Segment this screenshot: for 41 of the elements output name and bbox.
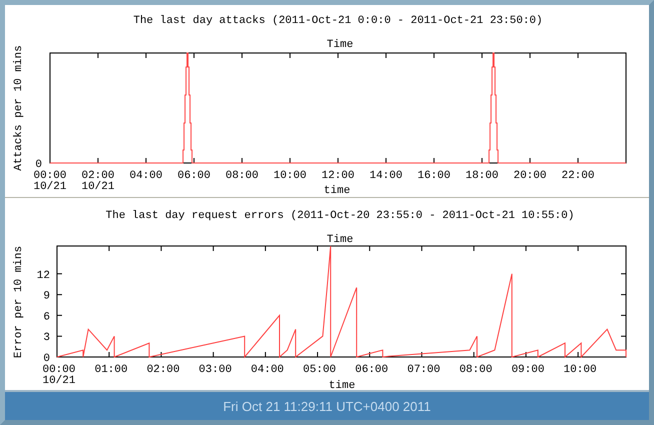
chart-title: The last day attacks (2011-Oct-21 0:0:0 - 2011-Oct-21 23:50:0) [133,15,543,27]
tick-label: 06:00 [178,170,210,182]
tick-label: 08:00 [459,364,492,376]
tick-label: 01:00 [94,364,128,376]
axis-label: Time [326,234,354,246]
tick-label: 9 [43,290,50,303]
tick-label: 0 [43,353,50,365]
tick-label: 0 [35,159,42,171]
tick-label: 16:00 [418,170,450,182]
tick-label: 22:00 [562,170,594,182]
tick-label: 10:00 [564,364,597,376]
date-label: 10/21 [82,181,114,193]
tick-label: 12 [36,270,50,282]
tick-label: 08:00 [226,170,258,182]
tick-label: 00:00 [34,170,66,182]
axis-label: time [324,185,350,197]
tick-label: 18:00 [466,170,498,182]
tick-label: 02:00 [146,364,180,376]
tick-label: 10:00 [274,170,306,182]
chart-title: The last day request errors (2011-Oct-20 23:55:0 - 2011-Oct-21 10:55:0) [106,210,574,222]
tick-label: 6 [43,311,50,324]
axis-label: Error per 10 mins [13,246,25,358]
tick-label: 06:00 [355,364,388,376]
date-label: 10/21 [42,375,76,387]
tick-label: 04:00 [250,364,284,376]
status-text: Fri Oct 21 11:29:11 UTC+0400 2011 [223,398,431,414]
axis-label: Attacks per 10 mins [13,45,25,171]
tick-label: 07:00 [407,364,440,376]
tick-label: 03:00 [198,364,232,376]
tick-label: 05:00 [303,364,336,376]
tick-label: 02:00 [82,170,114,182]
tick-label: 09:00 [511,364,544,376]
axis-label: time [328,380,356,390]
tick-label: 00:00 [42,364,76,376]
tick-label: 3 [43,332,50,344]
date-label: 10/21 [34,181,66,193]
tick-label: 20:00 [514,170,546,182]
tick-label: 12:00 [322,170,354,182]
tick-label: 14:00 [370,170,402,182]
axis-label: Time [326,39,354,51]
tick-label: 04:00 [130,170,162,182]
